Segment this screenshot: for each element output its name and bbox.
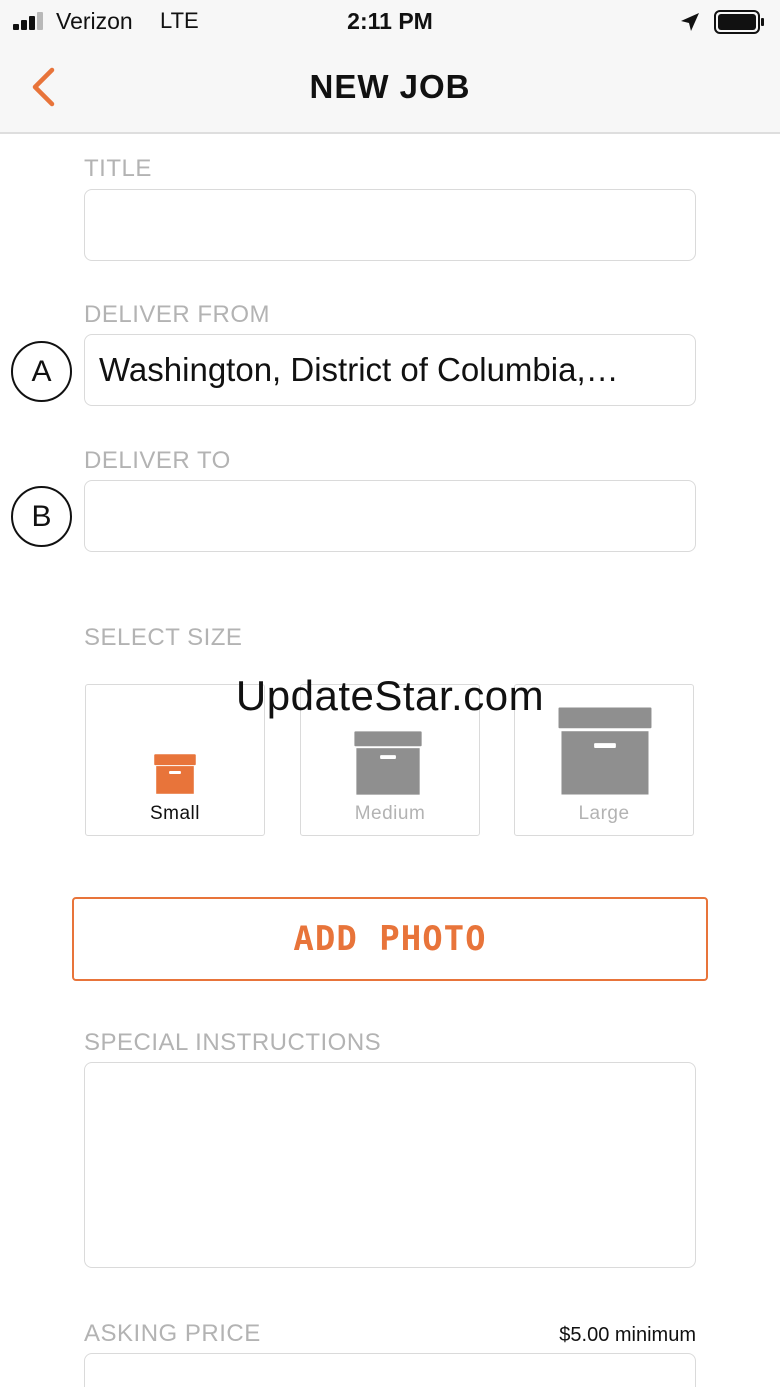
- small-box-icon: [154, 754, 196, 794]
- size-option-label: Large: [578, 803, 630, 824]
- medium-box-icon: [354, 731, 422, 795]
- deliver-from-label: DELIVER FROM: [84, 301, 271, 328]
- add-photo-button[interactable]: ADD PHOTO: [72, 897, 708, 981]
- nav-bar: NEW JOB: [0, 44, 780, 134]
- location-arrow-icon: [681, 13, 699, 31]
- title-input[interactable]: [84, 189, 696, 261]
- battery-icon: [714, 10, 764, 34]
- size-option-label: Small: [149, 803, 200, 824]
- title-label: TITLE: [84, 155, 152, 182]
- asking-price-input[interactable]: [84, 1353, 696, 1387]
- select-size-label: SELECT SIZE: [84, 624, 243, 651]
- status-bar: Verizon LTE 2:11 PM: [0, 0, 780, 44]
- watermark: UpdateStar.com: [235, 672, 545, 719]
- page-title: NEW JOB: [309, 68, 471, 105]
- price-minimum-note: $5.00 minimum: [559, 1324, 696, 1346]
- asking-price-label: ASKING PRICE: [84, 1320, 261, 1347]
- marker-b: B: [11, 486, 72, 547]
- marker-a: A: [11, 341, 72, 402]
- special-instructions-input[interactable]: [84, 1062, 696, 1268]
- deliver-to-input[interactable]: [84, 480, 696, 552]
- deliver-from-input[interactable]: [84, 334, 696, 406]
- special-instructions-label: SPECIAL INSTRUCTIONS: [84, 1029, 382, 1056]
- deliver-to-label: DELIVER TO: [84, 447, 231, 474]
- size-option-label: Medium: [354, 803, 426, 824]
- status-time: 2:11 PM: [347, 8, 433, 34]
